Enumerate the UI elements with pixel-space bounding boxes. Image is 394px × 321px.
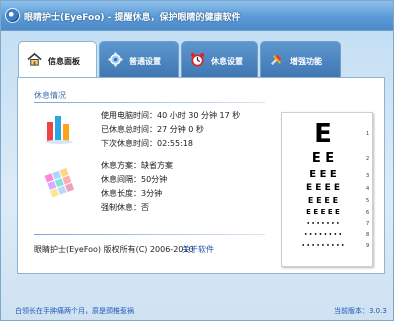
eye-chart-row: E bbox=[314, 119, 332, 149]
tab-enhanced-features[interactable]: 增强功能 bbox=[260, 41, 341, 77]
eye-chart-row-number: 6 bbox=[366, 210, 370, 216]
eye-chart-row: E E E E bbox=[307, 196, 339, 205]
stat-value: 27 分钟 0 秒 bbox=[157, 125, 204, 134]
info-panel: 休息情况 使用电脑时间：40 小时 30 分钟 17 秒 已休息总时间：27 分… bbox=[17, 77, 385, 274]
eye-app-icon bbox=[5, 8, 20, 23]
eye-chart-row: E E E E E bbox=[306, 208, 340, 216]
settings-gear-icon bbox=[108, 52, 123, 67]
eye-chart-row-number: 5 bbox=[366, 198, 370, 204]
app-window: 眼睛护士(EyeFoo) - 提醒休息，保护眼睛的健康软件 信息面板 普通设置 … bbox=[0, 0, 394, 321]
tab-rest-settings[interactable]: 休息设置 bbox=[181, 41, 258, 77]
stat-value: 否 bbox=[141, 203, 149, 212]
section-divider bbox=[34, 102, 265, 103]
section-divider bbox=[34, 234, 265, 235]
stat-value: 50分钟 bbox=[141, 175, 168, 184]
eye-chart-row: E E E E bbox=[306, 183, 340, 193]
health-tip-link[interactable]: 白领长在手肿痛两个月，原是颈椎惹祸 bbox=[15, 306, 134, 316]
tools-icon bbox=[270, 54, 282, 66]
rested-time-row: 已休息总时间：27 分钟 0 秒 bbox=[101, 124, 204, 135]
eye-chart-row: • • • • • • • • • bbox=[301, 243, 345, 249]
tab-label: 普通设置 bbox=[129, 57, 161, 66]
eye-chart-row: E E bbox=[311, 151, 335, 166]
stat-label: 强制休息： bbox=[101, 203, 141, 212]
stat-label: 使用电脑时间： bbox=[101, 111, 157, 120]
alarm-clock-icon bbox=[190, 52, 205, 67]
stat-value: 3分钟 bbox=[141, 189, 163, 198]
home-icon bbox=[27, 52, 42, 66]
eye-chart-row-number: 7 bbox=[366, 221, 370, 227]
stat-value: 缺省方案 bbox=[141, 161, 173, 170]
window-title: 眼睛护士(EyeFoo) - 提醒休息，保护眼睛的健康软件 bbox=[24, 13, 241, 23]
tab-label: 休息设置 bbox=[211, 57, 243, 66]
tab-label: 信息面板 bbox=[48, 57, 80, 66]
stat-label: 下次休息时间： bbox=[101, 139, 157, 148]
tab-general-settings[interactable]: 普通设置 bbox=[99, 41, 179, 77]
about-software-link[interactable]: 关于软件 bbox=[182, 244, 214, 255]
forced-rest-row: 强制休息：否 bbox=[101, 202, 149, 213]
bar-chart-icon bbox=[45, 116, 73, 144]
eye-chart-row-number: 4 bbox=[366, 186, 370, 192]
stat-label: 休息长度： bbox=[101, 189, 141, 198]
stat-label: 休息方案： bbox=[101, 161, 141, 170]
interval-row: 休息间隔：50分钟 bbox=[101, 174, 167, 185]
length-row: 休息长度：3分钟 bbox=[101, 188, 162, 199]
eye-chart-row: • • • • • • • • bbox=[304, 232, 342, 238]
stat-label: 已休息总时间： bbox=[101, 125, 157, 134]
tab-label: 增强功能 bbox=[290, 57, 322, 66]
usage-time-row: 使用电脑时间：40 小时 30 分钟 17 秒 bbox=[101, 110, 240, 121]
stat-value: 40 小时 30 分钟 17 秒 bbox=[157, 111, 241, 120]
stat-label: 休息间隔： bbox=[101, 175, 141, 184]
eye-chart-row: • • • • • • • bbox=[306, 221, 340, 227]
next-rest-row: 下次休息时间：02:55:18 bbox=[101, 138, 193, 149]
section-title: 休息情况 bbox=[34, 91, 66, 100]
version-text: 当前版本：3.0.3 bbox=[334, 307, 387, 315]
tab-info-panel[interactable]: 信息面板 bbox=[18, 41, 97, 78]
eye-chart-row-number: 9 bbox=[366, 243, 370, 249]
eye-chart-row-number: 3 bbox=[366, 173, 370, 179]
eye-chart-row-number: 8 bbox=[366, 232, 370, 238]
eye-chart: E 1 E E 2 E E E 3 E E E E 4 E E E E 5 E … bbox=[281, 112, 373, 267]
color-palette-icon bbox=[44, 167, 75, 198]
copyright-text: 眼睛护士(EyeFoo) 版权所有(C) 2006-2010 bbox=[34, 245, 194, 254]
eye-chart-row: E E E bbox=[309, 169, 337, 180]
stat-value: 02:55:18 bbox=[157, 139, 193, 148]
title-bar: 眼睛护士(EyeFoo) - 提醒休息，保护眼睛的健康软件 bbox=[1, 1, 393, 31]
eye-chart-row-number: 1 bbox=[366, 131, 370, 137]
eye-chart-row-number: 2 bbox=[366, 156, 370, 162]
plan-row: 休息方案：缺省方案 bbox=[101, 160, 173, 171]
